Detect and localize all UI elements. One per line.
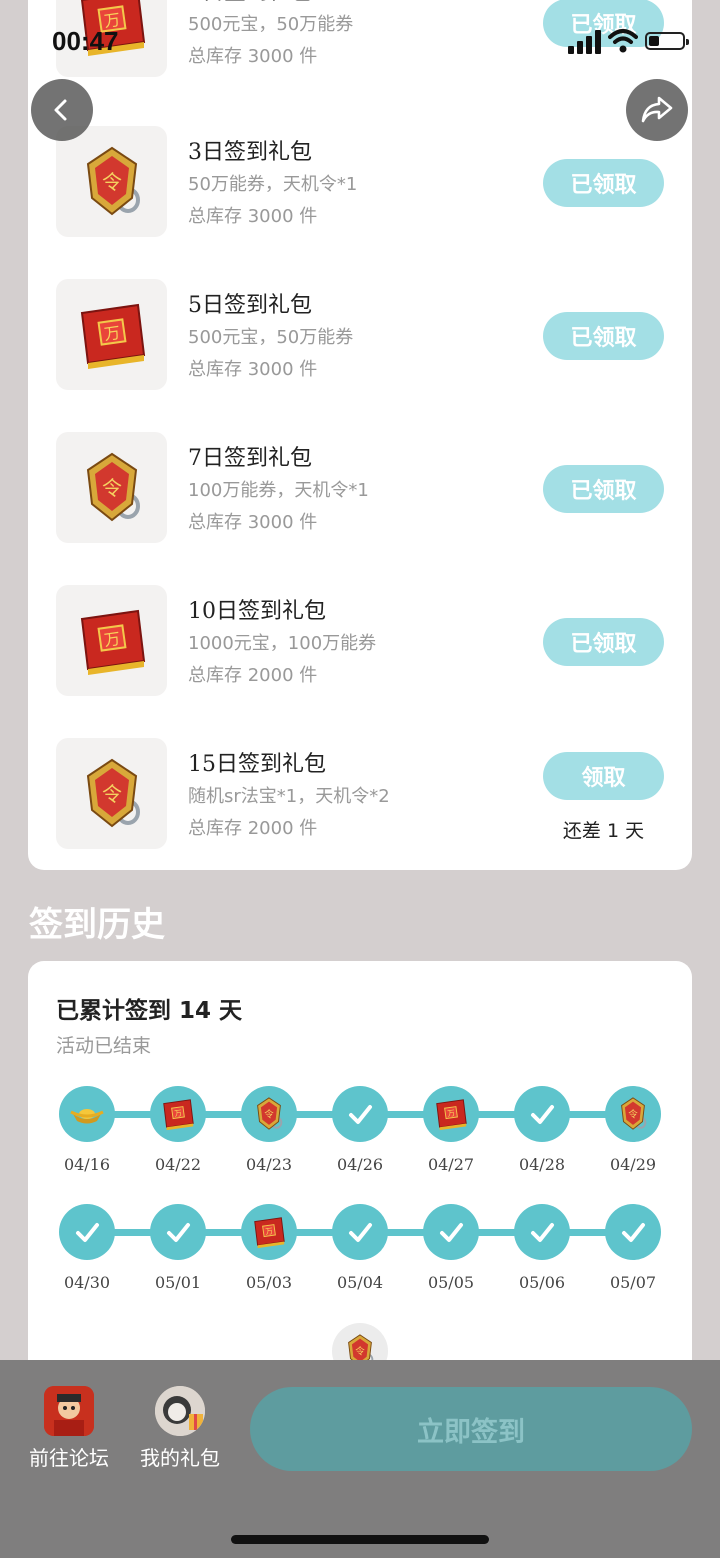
gift-row: 令 15日签到礼包 随机sr法宝*1，天机令*2 总库存 2000 件 领取 还… (28, 738, 692, 850)
token-icon: 令 (605, 1086, 661, 1142)
svg-text:令: 令 (102, 782, 122, 806)
my-gifts-label: 我的礼包 (140, 1446, 220, 1470)
gift-title: 7日签到礼包 (188, 446, 312, 471)
gift-row: 万 10日签到礼包 1000元宝，100万能券 总库存 2000 件 已领取 (28, 585, 692, 697)
day-date: 05/05 (427, 1273, 475, 1292)
svg-text:万: 万 (102, 322, 121, 343)
share-button[interactable] (626, 79, 688, 141)
gift-description: 500元宝，50万能券 (188, 327, 354, 348)
token-icon: 令 (56, 738, 167, 849)
signin-button[interactable]: 立即签到 (250, 1387, 692, 1471)
share-icon (641, 96, 673, 123)
claim-button[interactable]: 已领取 (543, 618, 664, 666)
home-indicator (231, 1535, 489, 1544)
gift-description: 50万能券，天机令*1 (188, 174, 358, 195)
bottom-bar: 前往论坛 我的礼包 立即签到 (0, 1360, 720, 1558)
gift-stock: 总库存 2000 件 (188, 665, 318, 686)
day-date: 04/28 (518, 1155, 566, 1174)
forum-label: 前往论坛 (29, 1446, 109, 1470)
token-icon: 令 (56, 126, 167, 237)
chevron-left-icon (54, 99, 67, 121)
day-date: 05/01 (154, 1273, 202, 1292)
activity-status: 活动已结束 (56, 1035, 152, 1057)
svg-text:令: 令 (264, 1108, 274, 1120)
token-icon: 令 (241, 1086, 297, 1142)
claim-button[interactable]: 已领取 (543, 465, 664, 513)
gift-list-card: 万 2日签到礼包 500元宝，50万能券 总库存 3000 件 已领取 令 3日… (28, 0, 692, 870)
book-icon: 万 (241, 1204, 297, 1260)
token-icon: 令 (56, 432, 167, 543)
total-days: 已累计签到 14 天 (56, 998, 243, 1024)
gift-row: 令 3日签到礼包 50万能券，天机令*1 总库存 3000 件 已领取 (28, 126, 692, 238)
status-bar: 00:47 (0, 0, 720, 80)
avatar (155, 1386, 205, 1436)
check-icon (150, 1204, 206, 1260)
battery-icon (645, 32, 689, 50)
svg-text:万: 万 (102, 628, 121, 649)
book-icon: 万 (150, 1086, 206, 1142)
forum-icon (44, 1386, 94, 1436)
gift-title: 3日签到礼包 (188, 140, 312, 165)
check-icon (605, 1204, 661, 1260)
wifi-icon (608, 29, 638, 53)
gift-row: 万 5日签到礼包 500元宝，50万能券 总库存 3000 件 已领取 (28, 279, 692, 391)
gift-row: 令 7日签到礼包 100万能券，天机令*1 总库存 3000 件 已领取 (28, 432, 692, 544)
book-icon: 万 (423, 1086, 479, 1142)
day-date: 04/29 (609, 1155, 657, 1174)
signal-icon (568, 30, 601, 54)
claim-button[interactable]: 已领取 (543, 159, 664, 207)
status-time: 00:47 (52, 26, 119, 56)
days-remaining: 还差 1 天 (562, 820, 645, 842)
gift-stock: 总库存 3000 件 (188, 359, 318, 380)
history-card: 已累计签到 14 天 活动已结束 令 04/16 万 04/22 令 04/23… (28, 961, 692, 1381)
day-date: 05/06 (518, 1273, 566, 1292)
gift-description: 1000元宝，100万能券 (188, 633, 377, 654)
book-icon: 万 (56, 585, 167, 696)
claim-button[interactable]: 领取 (543, 752, 664, 800)
gift-description: 随机sr法宝*1，天机令*2 (188, 786, 390, 807)
day-date: 04/30 (63, 1273, 111, 1292)
gift-stock: 总库存 3000 件 (188, 512, 318, 533)
check-icon (332, 1086, 388, 1142)
book-icon: 万 (56, 279, 167, 390)
gift-description: 100万能券，天机令*1 (188, 480, 369, 501)
check-icon (332, 1204, 388, 1260)
day-date: 04/23 (245, 1155, 293, 1174)
check-icon (514, 1204, 570, 1260)
day-date: 04/26 (336, 1155, 384, 1174)
check-icon (59, 1204, 115, 1260)
day-date: 05/07 (609, 1273, 657, 1292)
gold-ingot-icon (59, 1086, 115, 1142)
day-date: 04/27 (427, 1155, 475, 1174)
history-section-title: 签到历史 (29, 905, 165, 945)
my-gifts-button[interactable]: 我的礼包 (130, 1386, 230, 1471)
day-date: 04/16 (63, 1155, 111, 1174)
svg-text:令: 令 (355, 1345, 365, 1357)
svg-text:令: 令 (628, 1108, 638, 1120)
day-date: 05/04 (336, 1273, 384, 1292)
svg-text:令: 令 (102, 170, 122, 194)
forum-button[interactable]: 前往论坛 (19, 1386, 119, 1471)
svg-text:令: 令 (102, 476, 122, 500)
claim-button[interactable]: 已领取 (543, 312, 664, 360)
day-date: 05/03 (245, 1273, 293, 1292)
gift-title: 10日签到礼包 (188, 599, 326, 624)
check-icon (514, 1086, 570, 1142)
gift-stock: 总库存 3000 件 (188, 206, 318, 227)
back-button[interactable] (31, 79, 93, 141)
gift-title: 5日签到礼包 (188, 293, 312, 318)
check-icon (423, 1204, 479, 1260)
gift-title: 15日签到礼包 (188, 752, 326, 777)
day-date: 04/22 (154, 1155, 202, 1174)
gift-stock: 总库存 2000 件 (188, 818, 318, 839)
